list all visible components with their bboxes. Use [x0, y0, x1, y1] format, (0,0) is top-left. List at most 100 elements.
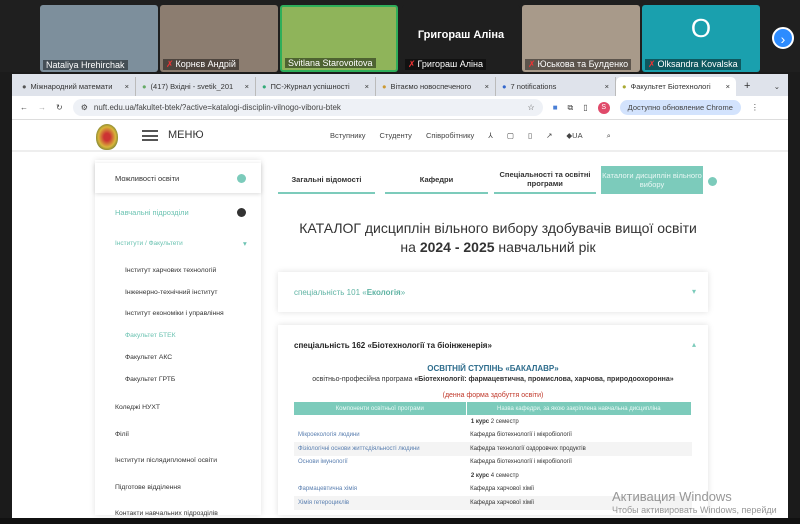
sidepanel-icon[interactable]: ▯: [583, 103, 587, 112]
tab-close-icon[interactable]: ×: [485, 82, 489, 91]
site-nav: Вступнику Студенту Співробітнику ⅄ ▢ ▯ ↗…: [330, 131, 611, 141]
new-tab-button[interactable]: +: [744, 80, 750, 92]
sidebar-group-title[interactable]: Інститути / Факультети: [115, 240, 183, 247]
sidebar-subitem[interactable]: Факультет ГРТБ: [125, 376, 175, 383]
participant-tile[interactable]: Nataliya Hrehirchak: [40, 5, 158, 72]
next-page-button[interactable]: ›: [772, 27, 794, 49]
chevron-up-icon[interactable]: ▴: [692, 340, 696, 349]
semester: 4 семестр: [489, 472, 519, 479]
course-cell: 2 курс 4 семестр: [294, 469, 692, 483]
sidebar-top-item[interactable]: Можливості освіти: [95, 163, 261, 193]
program-line: освітньо-професійна програма «Біотехноло…: [312, 376, 674, 383]
browser-tab[interactable]: ● (417) Вхідні - svetik_201 ×: [136, 77, 256, 96]
participant-name: ✗ Корнєв Андрій: [163, 59, 239, 70]
university-logo[interactable]: [96, 124, 118, 150]
participant-tile[interactable]: Svitlana Starovoitova: [280, 5, 398, 72]
discipline-link[interactable]: Основи імунології: [294, 456, 466, 470]
language-switch[interactable]: ◆UA: [566, 131, 582, 141]
tab-bar: ● Міжнародний математи × ● (417) Вхідні - sv…: [12, 74, 788, 96]
tab-search-icon[interactable]: ⌄: [774, 82, 780, 91]
participant-name: Nataliya Hrehirchak: [43, 60, 128, 70]
link-icon[interactable]: ↗: [546, 131, 552, 141]
sidebar-subitem[interactable]: Інститут економіки і управління: [125, 310, 224, 317]
reload-icon[interactable]: ↻: [56, 103, 63, 112]
nav-studentu[interactable]: Студенту: [380, 131, 412, 141]
calendar-icon[interactable]: ▢: [507, 131, 514, 141]
course-row: 1 курс 2 семестр: [294, 415, 692, 429]
participant-tile[interactable]: ✗ Корнєв Андрій: [160, 5, 278, 72]
tab-close-icon[interactable]: ×: [245, 82, 249, 91]
search-icon[interactable]: ⌕: [607, 131, 611, 141]
accordion-ecology[interactable]: спеціальність 101 «Екологія» ▾: [278, 272, 708, 312]
accordion-title[interactable]: спеціальність 162 «Біотехнології та біоі…: [294, 341, 492, 350]
sidebar-subitem[interactable]: Факультет БТЕК: [125, 332, 176, 339]
tab-close-icon[interactable]: ×: [726, 82, 730, 91]
participant-name-text: Григораш Аліна: [417, 59, 483, 69]
participant-tile[interactable]: O ✗ Olksandra Kovalska: [642, 5, 760, 72]
site-header: МЕНЮ Вступнику Студенту Співробітнику ⅄ …: [12, 120, 788, 152]
content-tab[interactable]: Спеціальності та освітні програми: [494, 166, 596, 194]
menu-label: МЕНЮ: [168, 129, 204, 141]
muted-mic-icon: ✗: [528, 59, 536, 69]
chevron-down-icon[interactable]: ▾: [243, 239, 247, 248]
bookmark-star-icon[interactable]: ☆: [528, 103, 535, 112]
nav-vstupnyku[interactable]: Вступнику: [330, 131, 366, 141]
semester: 2 семестр: [489, 418, 519, 425]
discipline-link[interactable]: Фізіологічні основи життєдіяльності люди…: [294, 442, 467, 456]
tab-close-icon[interactable]: ×: [125, 82, 129, 91]
discipline-link[interactable]: Фармацевтична хімія: [294, 483, 466, 497]
browser-tab[interactable]: ● Факультет Біотехнологі ×: [616, 77, 736, 96]
content-tab[interactable]: Загальні відомості: [278, 166, 375, 194]
accordion-biotech: спеціальність 162 «Біотехнології та біоі…: [278, 325, 708, 515]
expand-icon[interactable]: [237, 174, 246, 183]
sidebar-section-title[interactable]: Навчальні підрозділи: [115, 208, 189, 217]
menu-button[interactable]: МЕНЮ: [142, 129, 204, 141]
sidebar-item[interactable]: Підготове відділення: [115, 484, 181, 491]
table-header-row: Компоненти освітньої програми Назва кафед…: [294, 402, 693, 415]
tab-favicon-icon: ●: [382, 82, 387, 91]
sidebar-subitem[interactable]: Інженерно-технічний інститут: [125, 289, 217, 296]
tab-title: (417) Вхідні - svetik_201: [150, 82, 234, 91]
kebab-menu-icon[interactable]: ⋮: [751, 103, 759, 112]
sidebar-item[interactable]: Інститути післядипломної освіти: [115, 457, 217, 464]
participant-tile[interactable]: Григораш Аліна ✗ Григораш Аліна: [402, 5, 520, 72]
discipline-link[interactable]: Хімія гетероциклів: [294, 496, 467, 510]
sidebar-item[interactable]: Контакти навчальних підрозділів: [115, 510, 218, 517]
content-tab[interactable]: Каталоги дисциплін вільного вибору: [601, 166, 703, 194]
url-text: nuft.edu.ua/fakultet-btek/?active=katalo…: [93, 103, 341, 112]
forward-icon[interactable]: →: [38, 103, 46, 112]
browser-tab[interactable]: ● Вітаємо новоспеченого ×: [376, 77, 496, 96]
extension-icon[interactable]: ■: [553, 103, 558, 112]
participant-tile[interactable]: ✗ Юськова та Булденко: [522, 5, 640, 72]
degree-title: ОСВІТНІЙ СТУПІНЬ «БАКАЛАВР»: [427, 364, 559, 373]
sidebar-item[interactable]: Філії: [115, 431, 129, 438]
discipline-link[interactable]: Мікроекологія людини: [294, 429, 466, 443]
tab-close-icon[interactable]: ×: [365, 82, 369, 91]
profile-avatar[interactable]: S: [597, 101, 610, 114]
nav-spivrobitnyku[interactable]: Співробітнику: [426, 131, 474, 141]
meeting-gallery: Nataliya Hrehirchak ✗ Корнєв Андрій Svitlan…: [0, 0, 800, 72]
browser-tab[interactable]: ● Міжнародний математи ×: [16, 77, 136, 96]
tabs-more-icon[interactable]: [708, 177, 717, 186]
site-info-icon[interactable]: ⚙: [81, 103, 88, 112]
content-tab[interactable]: Кафедри: [385, 166, 488, 194]
table-row: Фізіологічні основи життєдіяльності люди…: [294, 442, 692, 456]
chrome-update-button[interactable]: Доступно обновление Chrome: [619, 100, 741, 115]
browser-tab[interactable]: ● ПС-Журнал успішності ×: [256, 77, 376, 96]
phone-icon[interactable]: ▯: [528, 131, 532, 141]
web-page: МЕНЮ Вступнику Студенту Співробітнику ⅄ …: [12, 120, 788, 518]
url-field[interactable]: ⚙ nuft.edu.ua/fakultet-btek/?active=katal…: [72, 99, 543, 116]
accessibility-icon[interactable]: ⅄: [488, 131, 493, 141]
sidebar-subitem[interactable]: Інститут харчових технологій: [125, 267, 216, 274]
browser-tab[interactable]: ● 7 notifications ×: [496, 77, 616, 96]
extensions-puzzle-icon[interactable]: ⧉: [568, 103, 574, 113]
sidebar-subitem[interactable]: Факультет АКС: [125, 354, 172, 361]
accordion-title: спеціальність 101 «Екологія»: [294, 288, 406, 297]
tab-close-icon[interactable]: ×: [605, 82, 609, 91]
tab-title: ПС-Журнал успішності: [270, 82, 350, 91]
sidebar-item[interactable]: Коледжі НУХТ: [115, 404, 160, 411]
back-icon[interactable]: ←: [20, 103, 28, 112]
hamburger-icon: [142, 129, 158, 141]
participant-name-large: Григораш Аліна: [417, 29, 505, 41]
collapse-icon[interactable]: [237, 208, 246, 217]
